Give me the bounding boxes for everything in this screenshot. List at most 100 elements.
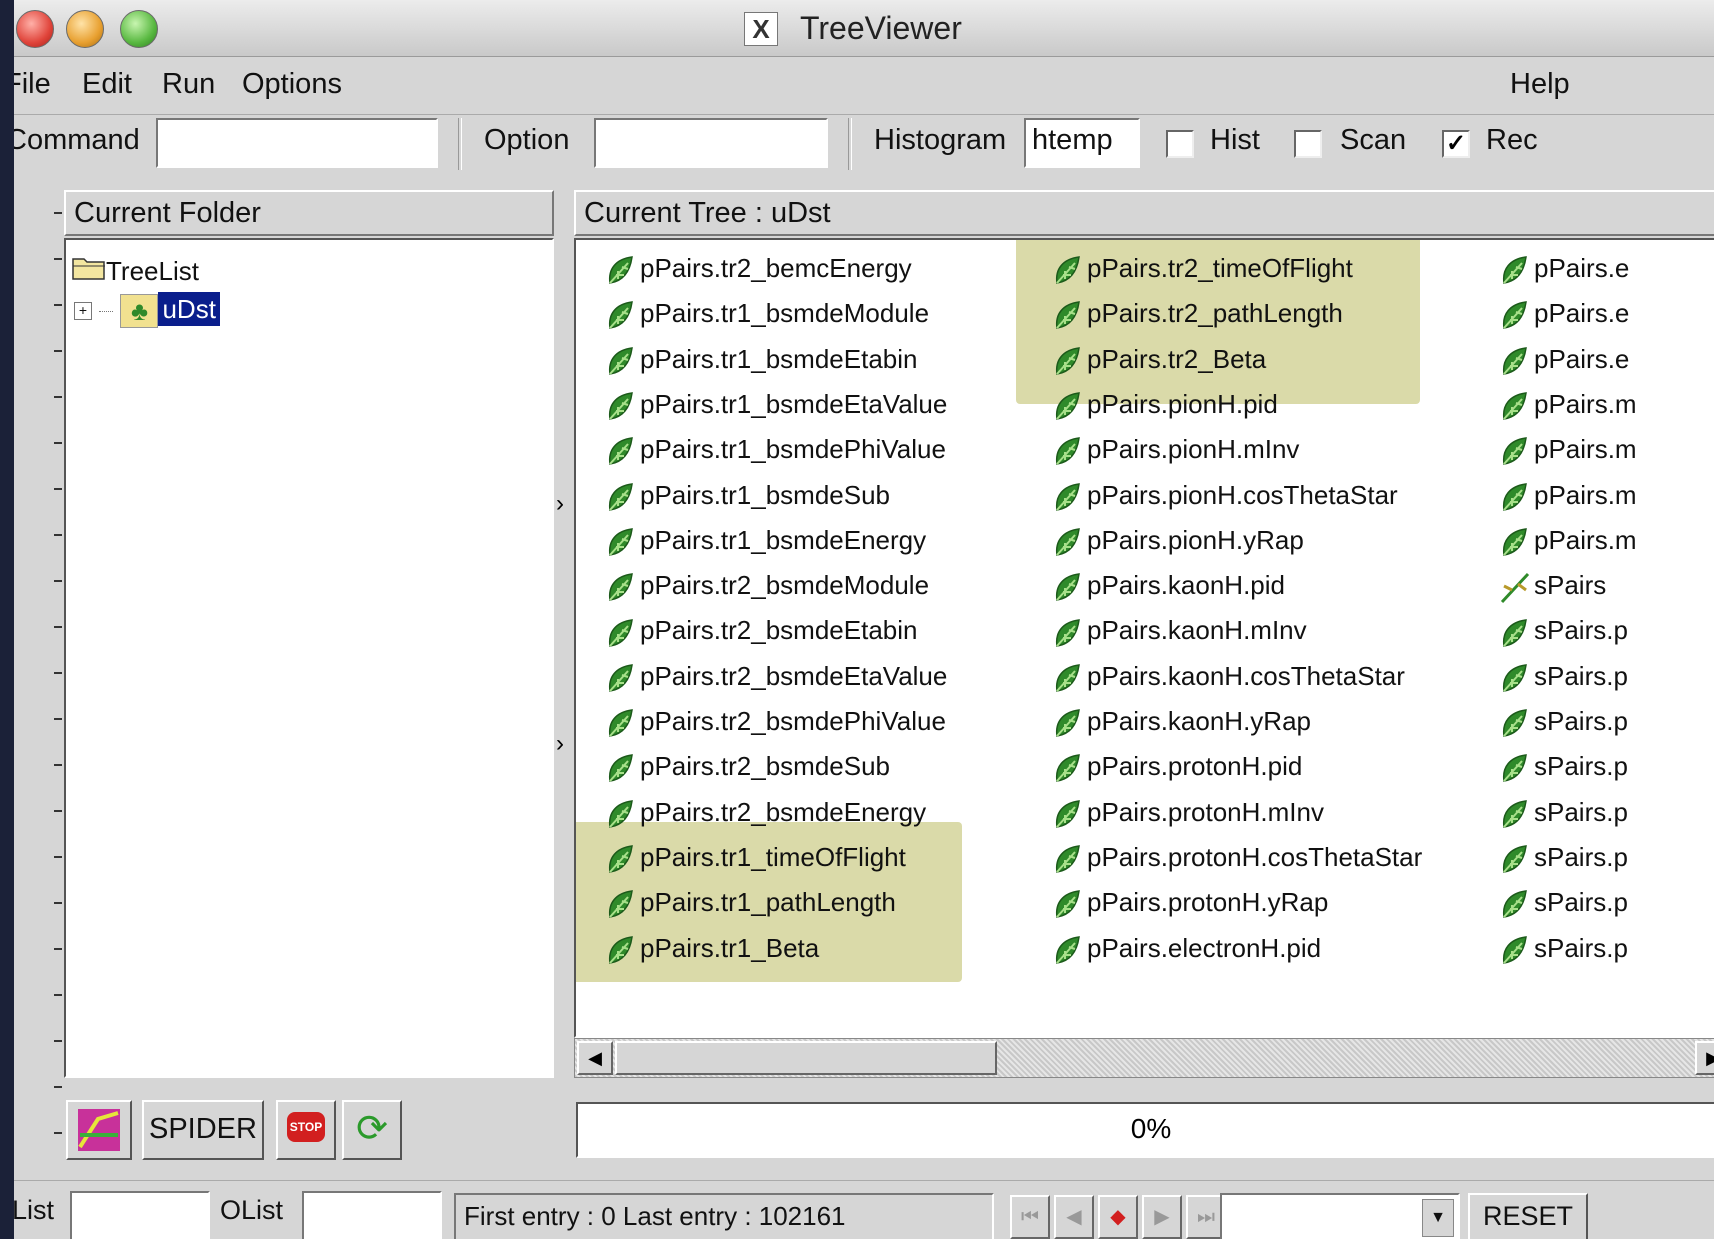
refresh-button[interactable]: ⟳	[342, 1100, 402, 1160]
tree-leaf[interactable]: pPairs.protonH.yRap	[1051, 882, 1328, 922]
graph-button[interactable]	[66, 1100, 132, 1160]
tree-leaf[interactable]: pPairs.kaonH.pid	[1051, 565, 1285, 605]
tree-leaf[interactable]: pPairs.tr1_pathLength	[604, 882, 896, 922]
tree-leaf[interactable]: pPairs.tr1_bsmdeEtaValue	[604, 384, 947, 424]
tree-leaf[interactable]: pPairs.kaonH.yRap	[1051, 701, 1311, 741]
horizontal-scrollbar[interactable]: ◀ ▶	[574, 1038, 1714, 1078]
tree-leaf[interactable]: pPairs.tr1_bsmdeModule	[604, 293, 929, 333]
option-input[interactable]	[594, 118, 828, 168]
stop-button[interactable]: STOP	[276, 1100, 336, 1160]
tree-leaf[interactable]: sPairs.p	[1498, 882, 1628, 922]
menu-options[interactable]: Options	[242, 68, 342, 101]
tree-item-udst[interactable]: + ♣ uDst	[74, 292, 220, 329]
tree-leaf[interactable]: pPairs.tr1_timeOfFlight	[604, 837, 906, 877]
tree-item-treelist[interactable]: TreeList	[72, 254, 199, 287]
tree-leaf[interactable]: pPairs.m	[1498, 429, 1637, 469]
leaf-icon	[604, 570, 640, 602]
tree-leaf-label: sPairs.p	[1534, 660, 1628, 691]
scrollbar-thumb[interactable]	[615, 1041, 997, 1075]
menu-run[interactable]: Run	[162, 68, 215, 101]
scroll-right-button[interactable]: ▶	[1695, 1041, 1714, 1075]
first-entry-button[interactable]: ⏮	[1010, 1195, 1050, 1239]
tree-leaf[interactable]: pPairs.kaonH.cosThetaStar	[1051, 656, 1405, 696]
tree-leaf[interactable]: pPairs.pionH.yRap	[1051, 520, 1304, 560]
olist-input[interactable]	[302, 1191, 442, 1239]
leaf-icon	[1498, 480, 1534, 511]
tree-leaf-label: pPairs.protonH.yRap	[1087, 887, 1329, 918]
left-dock-handle[interactable]	[14, 190, 42, 1170]
dropdown-arrow-icon[interactable]: ▼	[1422, 1199, 1454, 1237]
tree-leaf[interactable]: pPairs.tr2_bemcEnergy	[604, 248, 912, 288]
list-input[interactable]	[70, 1191, 210, 1239]
tree-leaf[interactable]: sPairs	[1498, 565, 1606, 605]
leaf-icon	[1498, 434, 1534, 466]
histogram-input[interactable]: htemp	[1024, 118, 1140, 168]
vertical-splitter[interactable]: › ›	[554, 190, 574, 1090]
tree-leaf[interactable]: pPairs.m	[1498, 520, 1637, 560]
leaf-icon	[604, 389, 640, 420]
tree-leaf[interactable]: pPairs.e	[1498, 293, 1629, 333]
tree-leaf[interactable]: pPairs.tr2_pathLength	[1051, 293, 1343, 333]
expand-icon[interactable]: +	[74, 302, 92, 321]
tree-leaf[interactable]: pPairs.pionH.pid	[1051, 384, 1278, 424]
scan-checkbox[interactable]	[1294, 130, 1322, 158]
tree-leaf[interactable]: pPairs.e	[1498, 248, 1629, 288]
tree-leaf[interactable]: sPairs.p	[1498, 837, 1628, 877]
leaf-icon	[1051, 797, 1087, 828]
tree-leaf-label: pPairs.pionH.pid	[1087, 388, 1278, 419]
command-input[interactable]	[156, 118, 438, 168]
tree-leaf[interactable]: pPairs.tr2_timeOfFlight	[1051, 248, 1353, 288]
next-entry-button[interactable]: ▶	[1142, 1195, 1182, 1239]
tree-leaf[interactable]: pPairs.electronH.pid	[1051, 928, 1321, 968]
tree-leaf[interactable]: pPairs.pionH.mInv	[1051, 429, 1299, 469]
tree-leaf[interactable]: pPairs.tr2_bsmdeEnergy	[604, 792, 926, 832]
tree-leaf[interactable]: pPairs.tr1_Beta	[604, 928, 819, 968]
tree-leaf[interactable]: pPairs.tr1_bsmdePhiValue	[604, 429, 946, 469]
menu-file[interactable]: File	[14, 68, 51, 101]
tree-leaf[interactable]: pPairs.kaonH.mInv	[1051, 610, 1307, 650]
leaf-icon	[1051, 434, 1087, 466]
spider-button[interactable]: SPIDER	[142, 1100, 264, 1160]
leaf-icon	[1051, 706, 1087, 737]
tree-leaf[interactable]: pPairs.tr1_bsmdeSub	[604, 475, 890, 515]
collapse-arrow-icon[interactable]: ›	[556, 730, 564, 758]
tree-leaf[interactable]: sPairs.p	[1498, 792, 1628, 832]
hist-checkbox[interactable]	[1166, 130, 1194, 158]
tree-leaf[interactable]: pPairs.tr1_bsmdeEtabin	[604, 339, 917, 379]
tree-leaf-label: sPairs.p	[1534, 887, 1628, 918]
tree-leaf[interactable]: pPairs.pionH.cosThetaStar	[1051, 475, 1398, 515]
minimize-button[interactable]	[66, 10, 104, 48]
menu-edit[interactable]: Edit	[82, 68, 132, 101]
tree-leaf[interactable]: pPairs.tr1_bsmdeEnergy	[604, 520, 926, 560]
tree-leaf[interactable]: pPairs.tr2_bsmdeEtabin	[604, 610, 917, 650]
tree-leaf[interactable]: sPairs.p	[1498, 928, 1628, 968]
tree-leaf[interactable]: pPairs.m	[1498, 384, 1637, 424]
tree-leaf[interactable]: pPairs.m	[1498, 475, 1637, 515]
tree-leaf[interactable]: pPairs.e	[1498, 339, 1629, 379]
current-entry-button[interactable]: ◆	[1098, 1195, 1138, 1239]
tree-leaf-label: pPairs.tr1_Beta	[640, 932, 820, 963]
tree-leaf[interactable]: pPairs.tr2_Beta	[1051, 339, 1266, 379]
tree-leaf[interactable]: pPairs.tr2_bsmdeEtaValue	[604, 656, 947, 696]
tree-leaf[interactable]: sPairs.p	[1498, 746, 1628, 786]
rec-checkbox[interactable]: ✓	[1442, 130, 1470, 158]
entry-combobox[interactable]: ▼	[1220, 1193, 1460, 1239]
reset-button[interactable]: RESET	[1468, 1193, 1588, 1239]
tree-leaf[interactable]: pPairs.protonH.pid	[1051, 746, 1302, 786]
tree-leaf[interactable]: sPairs.p	[1498, 656, 1628, 696]
previous-entry-button[interactable]: ◀	[1054, 1195, 1094, 1239]
tree-leaf[interactable]: pPairs.tr2_bsmdePhiValue	[604, 701, 946, 741]
zoom-button[interactable]	[120, 10, 158, 48]
menu-help[interactable]: Help	[1510, 68, 1570, 101]
progress-bar: 0%	[576, 1102, 1714, 1158]
close-button[interactable]	[16, 10, 54, 48]
scroll-left-button[interactable]: ◀	[577, 1041, 613, 1075]
tree-leaf[interactable]: pPairs.tr2_bsmdeSub	[604, 746, 890, 786]
tree-leaf[interactable]: sPairs.p	[1498, 610, 1628, 650]
collapse-arrow-icon[interactable]: ›	[556, 490, 564, 518]
tree-leaf[interactable]: pPairs.protonH.cosThetaStar	[1051, 837, 1422, 877]
leaf-icon	[604, 887, 640, 919]
tree-leaf[interactable]: sPairs.p	[1498, 701, 1628, 741]
tree-leaf[interactable]: pPairs.protonH.mInv	[1051, 792, 1324, 832]
tree-leaf[interactable]: pPairs.tr2_bsmdeModule	[604, 565, 929, 605]
